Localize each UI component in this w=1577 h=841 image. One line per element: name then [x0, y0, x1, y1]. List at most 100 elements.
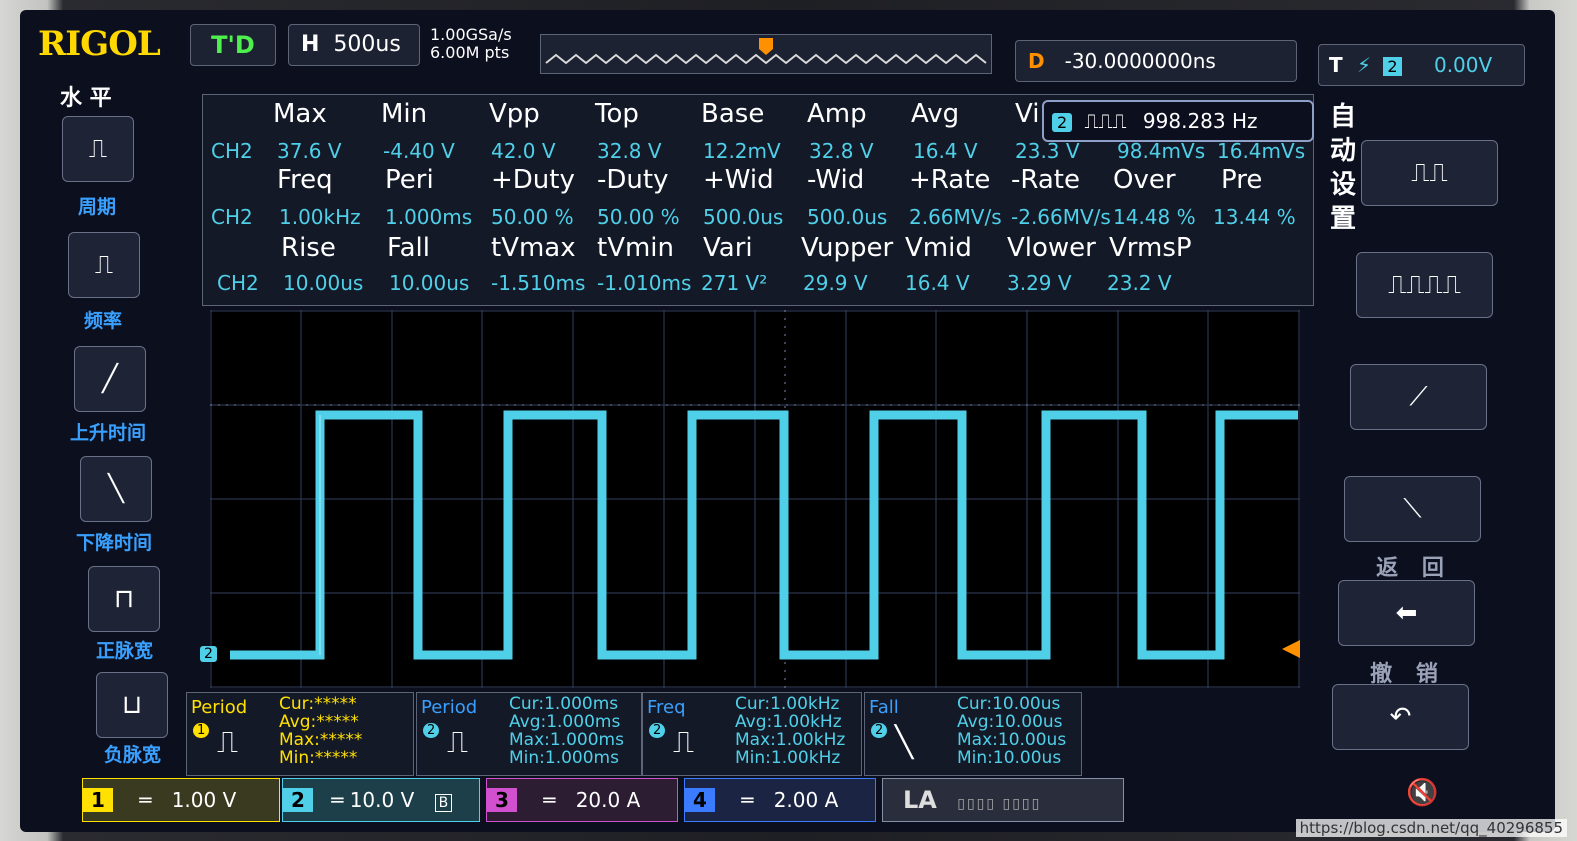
timebase-label: H	[301, 32, 320, 57]
channel-number: 3	[487, 788, 517, 812]
back-label: 返 回	[1376, 556, 1452, 581]
stat-card-period-ch1[interactable]: Period 1 ⎍ Cur:***** Avg:***** Max:*****…	[186, 692, 414, 776]
trigger-label: T	[1329, 53, 1343, 77]
watermark-url: https://blog.csdn.net/qq_40296855	[1295, 819, 1567, 837]
rise-time-icon: ╱	[102, 364, 118, 394]
auto-period-button[interactable]: ⎍⎍	[1361, 140, 1498, 206]
stat-card-freq-ch2[interactable]: Freq 2 ⎍ Cur:1.00kHz Avg:1.00kHz Max:1.0…	[642, 692, 862, 776]
horizontal-measure-menu: 水 平 ⎍ 周期 ⎍ 频率 ╱ 上升时间 ╲ 下降时间 ⊓ 正脉宽 ⊔ 负脉宽	[50, 80, 200, 780]
value-cell: 37.6 V	[277, 139, 342, 163]
back-button[interactable]: ⬅	[1338, 580, 1475, 646]
header-cell: +Duty	[491, 165, 575, 195]
period-icon: ⎍	[88, 134, 108, 164]
ch2-ground-marker[interactable]: 2	[200, 646, 217, 662]
auto-rising-edge-button[interactable]: ⟋	[1350, 364, 1487, 430]
stat-card-title: Fall	[869, 697, 899, 718]
delay-box[interactable]: D -30.0000000ns	[1015, 40, 1297, 82]
header-cell: Vpp	[489, 99, 540, 129]
frequency-icon: ⎍	[94, 250, 114, 280]
sound-muted-icon[interactable]: 🔇	[1406, 778, 1438, 808]
value-cell: 32.8 V	[597, 139, 662, 163]
auto-setup-menu: ⎍⎍ ⎍⎍⎍⎍ ⟋ ⟍ 返 回 ⬅ 撤 销 ↶	[1326, 102, 1536, 752]
value-cell: 1.000ms	[385, 205, 473, 229]
value-cell: 13.44 %	[1213, 205, 1296, 229]
value-cell: 3.29 V	[1007, 271, 1072, 295]
trigger-level-marker[interactable]	[1282, 640, 1300, 658]
channel-2-box[interactable]: 2 ═ 10.0 V B	[282, 778, 480, 822]
negative-width-icon: ⊔	[121, 690, 143, 720]
value-cell: 50.00 %	[491, 205, 574, 229]
frequency-button[interactable]: ⎍	[68, 232, 140, 298]
stat-max: Max:1.000ms	[509, 730, 624, 750]
header-cell: +Wid	[703, 165, 774, 195]
multi-pulse-icon: ⎍⎍⎍⎍	[1388, 270, 1461, 300]
header-cell: -Wid	[807, 165, 865, 195]
stat-cur: Cur:1.000ms	[509, 694, 619, 714]
stat-card-period-ch2[interactable]: Period 2 ⎍ Cur:1.000ms Avg:1.000ms Max:1…	[416, 692, 642, 776]
value-cell: 98.4mVs	[1117, 139, 1206, 163]
stat-min: Min:1.00kHz	[735, 748, 841, 768]
la-label: LA	[903, 786, 937, 814]
stat-avg: Avg:10.00us	[957, 712, 1063, 732]
value-cell: -1.510ms	[491, 271, 586, 295]
value-cell: 14.48 %	[1113, 205, 1196, 229]
header-cell: VrmsP	[1109, 233, 1192, 263]
trigger-box[interactable]: T ⚡ 2 0.00V	[1318, 44, 1525, 86]
positive-width-button[interactable]: ⊓	[88, 566, 160, 632]
stat-cur: Cur:*****	[279, 694, 357, 714]
stat-avg: Avg:1.000ms	[509, 712, 621, 732]
header-cell: Vupper	[801, 233, 894, 263]
channel-1-box[interactable]: 1 ═ 1.00 V	[82, 778, 280, 822]
stat-card-values: Cur:10.00us Avg:10.00us Max:10.00us Min:…	[957, 695, 1066, 767]
auto-falling-edge-button[interactable]: ⟍	[1344, 476, 1481, 542]
channel-scale: 2.00 A	[773, 788, 839, 812]
frequency-counter[interactable]: 2 ⎍⎍⎍ 998.283 Hz	[1042, 100, 1314, 142]
header-cell: +Rate	[909, 165, 991, 195]
stat-min: Min:1.000ms	[509, 748, 619, 768]
header-cell: Avg	[911, 99, 960, 129]
value-cell: 271 V²	[701, 271, 768, 295]
header-cell: Over	[1113, 165, 1176, 195]
fall-time-button[interactable]: ╲	[80, 456, 152, 522]
negative-width-button[interactable]: ⊔	[96, 672, 168, 738]
single-pulse-icon: ⎍⎍	[1411, 158, 1448, 188]
header-cell: Min	[381, 99, 428, 129]
value-cell: 16.4 V	[905, 271, 970, 295]
fall-time-icon: ╲	[108, 474, 124, 504]
delay-value: -30.0000000ns	[1064, 49, 1216, 73]
stat-card-values: Cur:1.000ms Avg:1.000ms Max:1.000ms Min:…	[509, 695, 624, 767]
channel-number: 1	[83, 788, 113, 812]
logic-analyzer-box[interactable]: LA ▯▯▯▯ ▯▯▯▯	[882, 778, 1124, 822]
square-wave-icon: ⎍⎍⎍	[1084, 109, 1127, 133]
stat-avg: Avg:*****	[279, 712, 359, 732]
counter-value: 998.283 Hz	[1142, 109, 1258, 133]
channel-3-box[interactable]: 3 ═ 20.0 A	[486, 778, 678, 822]
fall-time-label: 下降时间	[76, 532, 153, 554]
rising-edge-icon: ⟋	[1409, 382, 1428, 412]
header-cell: Top	[595, 99, 639, 129]
channel-number: 2	[283, 788, 313, 812]
undo-button[interactable]: ↶	[1332, 684, 1469, 750]
rise-time-button[interactable]: ╱	[74, 346, 146, 412]
auto-multi-period-button[interactable]: ⎍⎍⎍⎍	[1356, 252, 1493, 318]
falling-edge-icon: ⟍	[1403, 494, 1422, 524]
period-button[interactable]: ⎍	[62, 116, 134, 182]
scope-screen: RIGOL T'D H 500us 1.00GSa/s 6.00M pts D -3…	[20, 10, 1555, 832]
arrow-left-icon: ⬅	[1395, 598, 1418, 628]
positive-width-label: 正脉宽	[96, 640, 154, 662]
header-cell: Vi	[1015, 99, 1040, 129]
timebase-box[interactable]: H 500us	[288, 24, 420, 66]
stat-card-fall-ch2[interactable]: Fall 2 ╲ Cur:10.00us Avg:10.00us Max:10.…	[864, 692, 1082, 776]
channel-4-box[interactable]: 4 ═ 2.00 A	[684, 778, 876, 822]
run-state-badge[interactable]: T'D	[190, 24, 276, 66]
counter-channel-badge: 2	[1052, 113, 1073, 132]
value-cell: -2.66MV/s	[1011, 205, 1111, 229]
positive-width-icon: ⊓	[113, 584, 135, 614]
stat-max: Max:1.00kHz	[735, 730, 846, 750]
timebase-value: 500us	[333, 32, 401, 57]
memory-overview-bar	[540, 34, 992, 74]
header-cell: Fall	[387, 233, 430, 263]
header-cell: Pre	[1221, 165, 1263, 195]
stat-card-channel: 2	[423, 723, 440, 738]
stat-avg: Avg:1.00kHz	[735, 712, 842, 732]
